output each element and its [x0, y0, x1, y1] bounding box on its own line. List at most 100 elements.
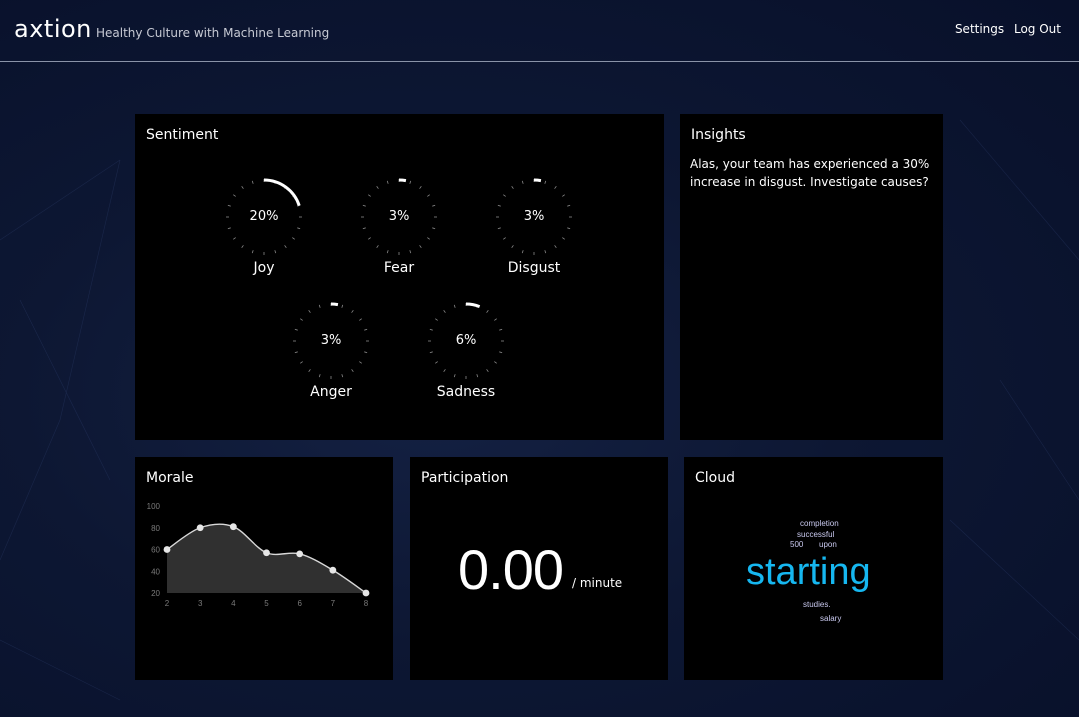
x-tick-label: 4 — [231, 599, 236, 608]
gauge-tick — [427, 194, 430, 197]
y-tick-label: 20 — [151, 589, 160, 598]
gauge-sadness-percent: 6% — [455, 333, 477, 348]
gauge-tick — [341, 304, 344, 308]
logout-link[interactable]: Log Out — [1014, 22, 1061, 36]
gauge-tick — [503, 237, 506, 240]
gauge-fear: 3% Fear — [354, 176, 444, 276]
gauge-disgust-label: Disgust — [507, 260, 561, 276]
gauge-tick — [435, 361, 438, 364]
gauge-tick — [427, 237, 430, 240]
y-tick-label: 60 — [151, 546, 160, 555]
gauge-tick — [376, 186, 379, 189]
gauge-tick — [521, 180, 524, 184]
gauge-tick — [567, 227, 571, 230]
gauge-anger-label: Anger — [310, 384, 352, 400]
cloud-word: upon — [819, 540, 837, 549]
gauge-tick — [308, 310, 311, 313]
gauge-joy-percent: 20% — [249, 209, 279, 224]
y-tick-label: 40 — [151, 567, 160, 576]
gauge-tick — [318, 374, 321, 378]
gauge-tick — [368, 237, 371, 240]
gauge-tick — [364, 351, 368, 354]
gauge-tick — [499, 351, 503, 354]
x-tick-label: 7 — [331, 599, 336, 608]
gauge-tick — [227, 204, 231, 207]
gauge-anger-percent: 3% — [320, 333, 342, 348]
gauge-tick — [274, 250, 277, 254]
gauge-tick — [554, 245, 557, 248]
gauge-tick — [351, 310, 354, 313]
gauge-tick — [497, 227, 501, 230]
gauge-tick — [300, 318, 303, 321]
morale-point — [329, 566, 337, 574]
gauge-joy: 20% Joy — [219, 176, 309, 276]
gauge-tick — [419, 245, 422, 248]
gauge-tick — [453, 374, 456, 378]
gauge-tick — [494, 318, 497, 321]
morale-area — [167, 524, 366, 593]
gauge-tick — [364, 328, 368, 331]
gauge-tick — [409, 180, 412, 184]
gauge-fear-percent: 3% — [388, 209, 410, 224]
app-logo[interactable]: axtion — [14, 15, 92, 43]
gauge-tick — [486, 369, 489, 372]
gauge-tick — [562, 194, 565, 197]
y-tick-label: 100 — [147, 502, 161, 511]
sentiment-panel: Sentiment 20% Joy 3% Fear 3% Disgust 3% … — [135, 114, 664, 440]
gauge-disgust: 3% Disgust — [489, 176, 579, 276]
insights-panel: Insights Alas, your team has experienced… — [680, 114, 943, 440]
cloud-panel: Cloud completion successful 500 upon sta… — [684, 457, 943, 680]
morale-panel: Morale 20 40 60 80 100 2 3 4 5 6 7 8 — [135, 457, 393, 680]
cloud-word: completion — [800, 519, 839, 528]
gauge-tick — [308, 369, 311, 372]
gauge-tick — [368, 194, 371, 197]
gauge-tick — [453, 304, 456, 308]
gauge-tick — [511, 186, 514, 189]
cloud-title: Cloud — [695, 470, 735, 486]
gauge-tick — [499, 328, 503, 331]
x-tick-label: 3 — [198, 599, 203, 608]
participation-title: Participation — [421, 470, 509, 486]
cloud-word: studies. — [803, 600, 831, 609]
gauge-tick — [351, 369, 354, 372]
app-tagline: Healthy Culture with Machine Learning — [96, 26, 330, 40]
gauge-tick — [359, 318, 362, 321]
gauge-tick — [497, 204, 501, 207]
gauge-tick — [443, 310, 446, 313]
gauge-tick — [376, 245, 379, 248]
gauge-tick — [300, 361, 303, 364]
morale-point — [296, 550, 304, 558]
gauge-tick — [503, 194, 506, 197]
x-tick-label: 5 — [264, 599, 269, 608]
gauge-tick — [241, 245, 244, 248]
gauge-tick — [567, 204, 571, 207]
sentiment-title: Sentiment — [146, 127, 219, 143]
gauge-tick — [432, 227, 436, 230]
gauge-tick — [511, 245, 514, 248]
gauge-tick — [429, 351, 433, 354]
gauge-tick — [359, 361, 362, 364]
gauge-tick — [443, 369, 446, 372]
gauge-tick — [241, 186, 244, 189]
gauge-tick — [284, 245, 287, 248]
gauge-tick — [494, 361, 497, 364]
morale-point — [229, 523, 237, 531]
gauge-tick — [341, 374, 344, 378]
gauge-fear-label: Fear — [383, 260, 415, 276]
gauge-tick — [476, 374, 479, 378]
gauge-tick — [251, 180, 254, 184]
top-nav: Settings Log Out — [949, 22, 1061, 36]
morale-point — [163, 546, 171, 553]
gauge-tick — [297, 227, 301, 230]
gauge-tick — [233, 194, 236, 197]
cloud-word: salary — [820, 614, 842, 623]
gauge-tick — [521, 250, 524, 254]
gauge-tick — [554, 186, 557, 189]
settings-link[interactable]: Settings — [955, 22, 1004, 36]
morale-point — [196, 524, 204, 532]
participation-value: 0.00 — [458, 538, 564, 601]
gauge-tick — [486, 310, 489, 313]
gauge-value-arc — [330, 302, 339, 307]
gauge-tick — [233, 237, 236, 240]
gauge-value-arc — [465, 302, 481, 309]
